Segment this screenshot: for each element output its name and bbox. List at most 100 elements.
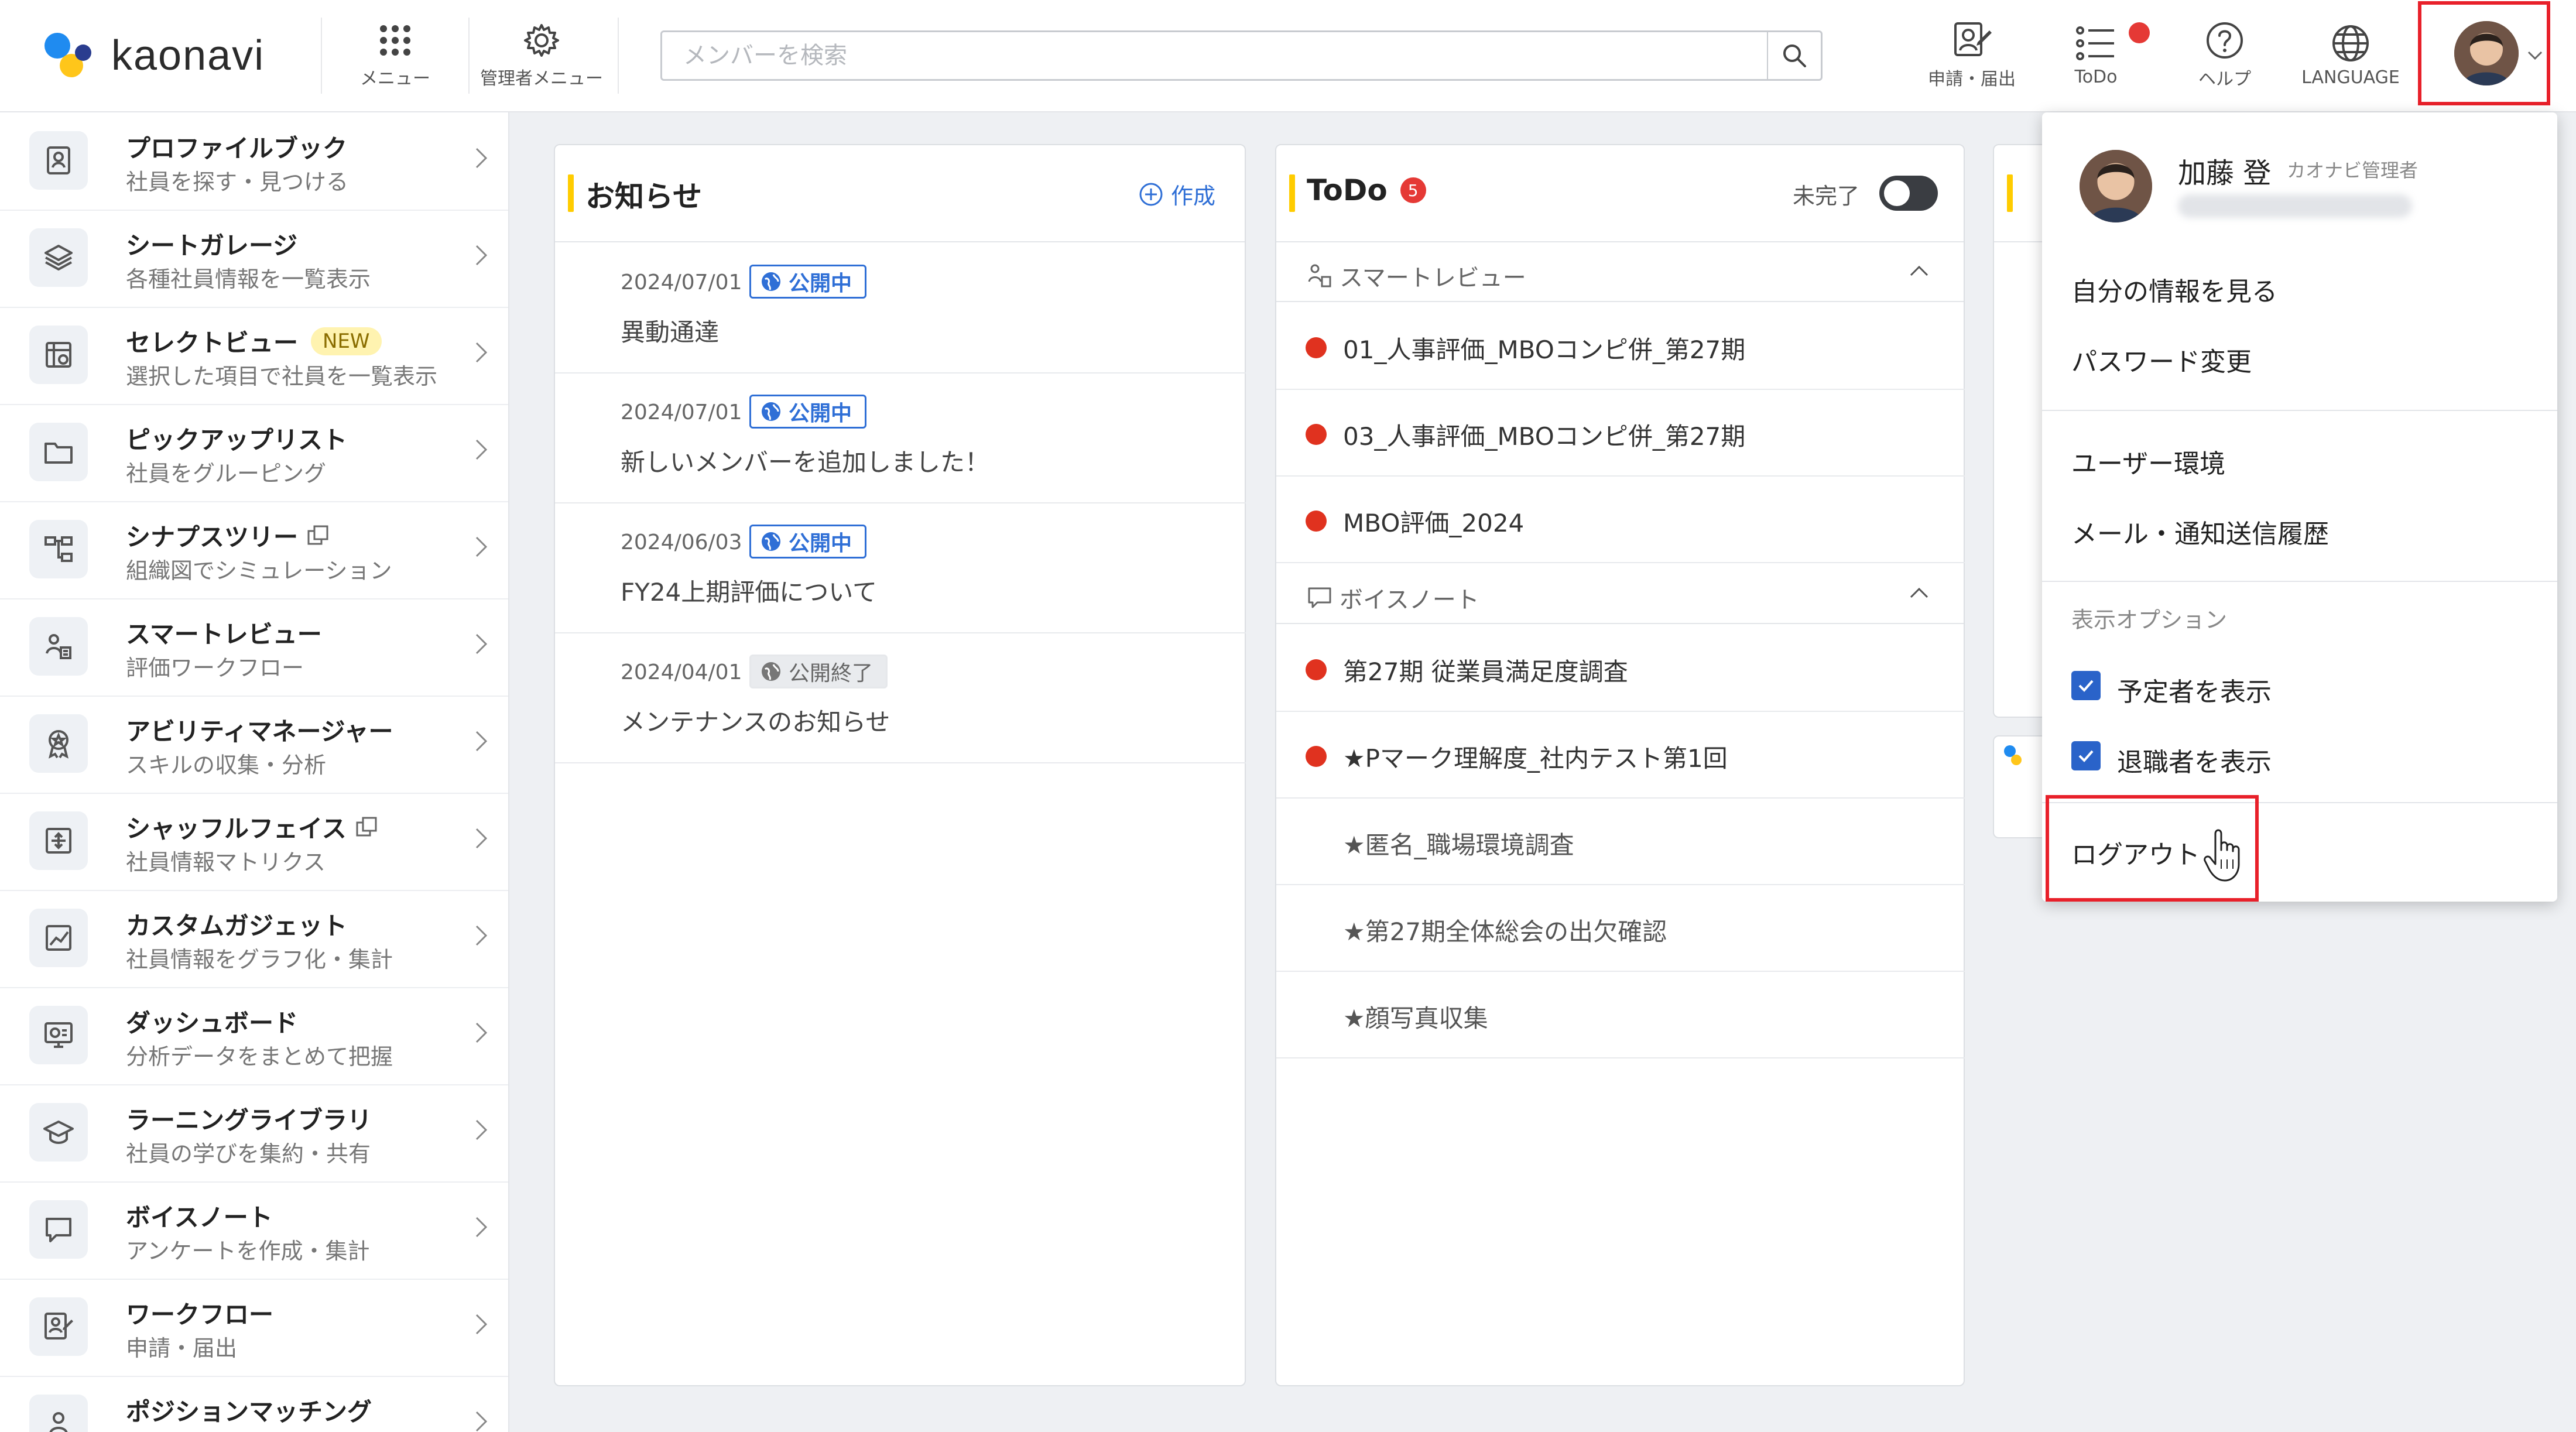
sidebar-item-pickup-list[interactable]: ピックアップリスト 社員をグルーピング [0, 404, 508, 502]
sidebar-icon-box [29, 520, 88, 578]
todo-title-row: ToDo 5 [1307, 173, 1426, 207]
user-menu-button[interactable] [2418, 1, 2550, 105]
sidebar-item-title: プロファイルブック [126, 134, 348, 163]
todo-item[interactable]: ★Pマーク理解度_社内テスト第1回 [1276, 711, 1965, 799]
todo-item[interactable]: 01_人事評価_MBOコンピ併_第27期 [1276, 302, 1965, 390]
search-input[interactable] [662, 32, 1795, 79]
todo-item[interactable]: ★第27期全体総会の出欠確認 [1276, 884, 1965, 972]
review-icon [46, 634, 71, 659]
chevron-right-icon [475, 1022, 488, 1043]
blurred-email [2178, 194, 2412, 218]
header-divider [468, 18, 470, 94]
checkmark-icon [2078, 680, 2094, 692]
position-icon [49, 1412, 68, 1432]
app-header: kaonavi メニュー 管理者メニュー メンバーを検索 申請・届出 ToDo … [0, 0, 2576, 112]
chevron-right-icon [475, 633, 488, 655]
todo-item[interactable]: MBO評価_2024 [1276, 475, 1965, 563]
show-scheduled-option[interactable]: 予定者を表示 [2042, 657, 2557, 715]
sidebar-item-subtitle: アンケートを作成・集計 [126, 1238, 370, 1264]
chevron-right-icon [475, 148, 488, 169]
admin-menu-button[interactable]: 管理者メニュー [477, 0, 606, 111]
sidebar-item-subtitle: 社員を探す・見つける [126, 169, 349, 195]
language-button[interactable]: LANGUAGE [2292, 0, 2409, 111]
sidebar-item-sheet-garage[interactable]: シートガレージ 各種社員情報を一覧表示 [0, 210, 508, 308]
sidebar-icon-box [29, 714, 88, 773]
sidebar-item-subtitle: 選択した項目で社員を一覧表示 [126, 364, 438, 389]
mail-history-item[interactable]: メール・通知送信履歴 [2071, 513, 2329, 550]
sidebar-item-subtitle: スキルの収集・分析 [126, 752, 327, 778]
news-item[interactable]: 2024/04/01 公開終了 メンテナンスのお知らせ [555, 632, 1246, 763]
sidebar-icon-box [29, 1395, 88, 1432]
todo-item[interactable]: ★匿名_職場環境調査 [1276, 797, 1965, 885]
todo-section-header-voice-note[interactable]: ボイスノート [1276, 564, 1965, 623]
todo-item[interactable]: ★顔写真収集 [1276, 971, 1965, 1058]
kaonavi-logo[interactable]: kaonavi [41, 26, 265, 85]
todo-list-icon [2076, 26, 2114, 60]
sidebar-item-title: シートガレージ [126, 231, 298, 260]
chevron-right-icon [475, 536, 488, 557]
news-item[interactable]: 2024/07/01 公開中 異動通達 [555, 242, 1246, 374]
sidebar-item-profile-book[interactable]: プロファイルブック 社員を探す・見つける [0, 112, 508, 211]
show-retired-checkbox[interactable] [2071, 741, 2101, 770]
todo-label: ToDo [2074, 66, 2118, 87]
sidebar-item-select-view[interactable]: セレクトビュー NEW 選択した項目で社員を一覧表示 [0, 307, 508, 405]
sidebar-item-learning-library[interactable]: ラーニングライブラリ 社員の学びを集約・共有 [0, 1084, 508, 1183]
create-news-button[interactable]: 作成 [1138, 178, 1215, 210]
select-view-icon [46, 342, 71, 368]
sidebar-item-shuffle-face[interactable]: シャッフルフェイス 社員情報マトリクス [0, 793, 508, 891]
sidebar-icon-box [29, 1200, 88, 1259]
sidebar-item-subtitle: 評価ワークフロー [126, 655, 304, 681]
menu-button[interactable]: メニュー [345, 0, 445, 111]
speech-bubble-icon [1308, 587, 1331, 608]
todo-item-text: ★顔写真収集 [1343, 1004, 1488, 1033]
todo-item[interactable]: 第27期 従業員満足度調査 [1276, 624, 1965, 712]
sidebar-item-custom-gadget[interactable]: カスタムガジェット 社員情報をグラフ化・集計 [0, 890, 508, 988]
incomplete-toggle[interactable] [1879, 176, 1938, 211]
sidebar-item-synapse-tree[interactable]: シナプスツリー 組織図でシミュレーション [0, 501, 508, 599]
chevron-right-icon [475, 828, 488, 849]
help-button[interactable]: ヘルプ [2172, 0, 2277, 111]
todo-title: ToDo [1307, 173, 1388, 207]
chevron-right-icon [475, 342, 488, 363]
user-settings-item[interactable]: ユーザー環境 [2071, 443, 2225, 480]
sidebar-item-workflow[interactable]: ワークフロー 申請・届出 [0, 1279, 508, 1377]
user-role: カオナビ管理者 [2287, 159, 2419, 181]
news-text: 異動通達 [621, 318, 720, 347]
news-item[interactable]: 2024/07/01 公開中 新しいメンバーを追加しました！ [555, 372, 1246, 503]
member-search [660, 30, 1823, 81]
view-my-info-item[interactable]: 自分の情報を見る [2071, 270, 2277, 308]
workflow-icon [1954, 22, 1992, 56]
news-date: 2024/04/01 [621, 660, 742, 684]
workflow-button[interactable]: 申請・届出 [1907, 0, 2036, 111]
sidebar-icon-box [29, 1006, 88, 1064]
sidebar-item-position-matching[interactable]: ポジションマッチング [0, 1376, 508, 1432]
show-retired-option[interactable]: 退職者を表示 [2042, 727, 2557, 786]
menu-label: メニュー [360, 68, 430, 89]
show-scheduled-checkbox[interactable] [2071, 671, 2101, 700]
change-password-item[interactable]: パスワード変更 [2071, 341, 2252, 378]
speech-bubble-icon [46, 1218, 71, 1242]
sidebar-item-smart-review[interactable]: スマートレビュー 評価ワークフロー [0, 598, 508, 697]
sidebar-item-dashboard[interactable]: ダッシュボード 分析データをまとめて把握 [0, 987, 508, 1085]
search-button[interactable] [1768, 32, 1821, 79]
sidebar-item-voice-note[interactable]: ボイスノート アンケートを作成・集計 [0, 1181, 508, 1280]
news-text: 新しいメンバーを追加しました！ [621, 448, 990, 477]
user-menu-dropdown: 加藤 登 カオナビ管理者 自分の情報を見る パスワード変更 ユーザー環境 メール… [2042, 112, 2557, 902]
status-label: 公開中 [789, 402, 852, 426]
chevron-right-icon [475, 1411, 488, 1432]
sidebar-item-title: ポジションマッチング [126, 1397, 372, 1426]
sidebar-item-title: ボイスノート [126, 1203, 273, 1232]
todo-section-header-smart-review[interactable]: スマートレビュー [1276, 242, 1965, 301]
section-title: ボイスノート [1340, 587, 1479, 614]
toggle-knob [1884, 180, 1910, 206]
todo-button[interactable]: ToDo [2043, 0, 2149, 111]
news-panel: お知らせ 作成 2024/07/01 公開中 異動通達 2024/07/01 公… [554, 144, 1246, 1386]
sidebar-item-subtitle: 各種社員情報を一覧表示 [126, 266, 371, 292]
incomplete-filter-label: 未完了 [1793, 183, 1860, 209]
sidebar-item-ability-manager[interactable]: アビリティマネージャー スキルの収集・分析 [0, 696, 508, 794]
news-item[interactable]: 2024/06/03 公開中 FY24上期評価について [555, 502, 1246, 633]
sidebar-item-subtitle: 組織図でシミュレーション [126, 558, 392, 584]
globe-icon [762, 662, 780, 681]
sidebar-item-title: シャッフルフェイス [126, 814, 347, 843]
todo-item[interactable]: 03_人事評価_MBOコンピ併_第27期 [1276, 389, 1965, 477]
